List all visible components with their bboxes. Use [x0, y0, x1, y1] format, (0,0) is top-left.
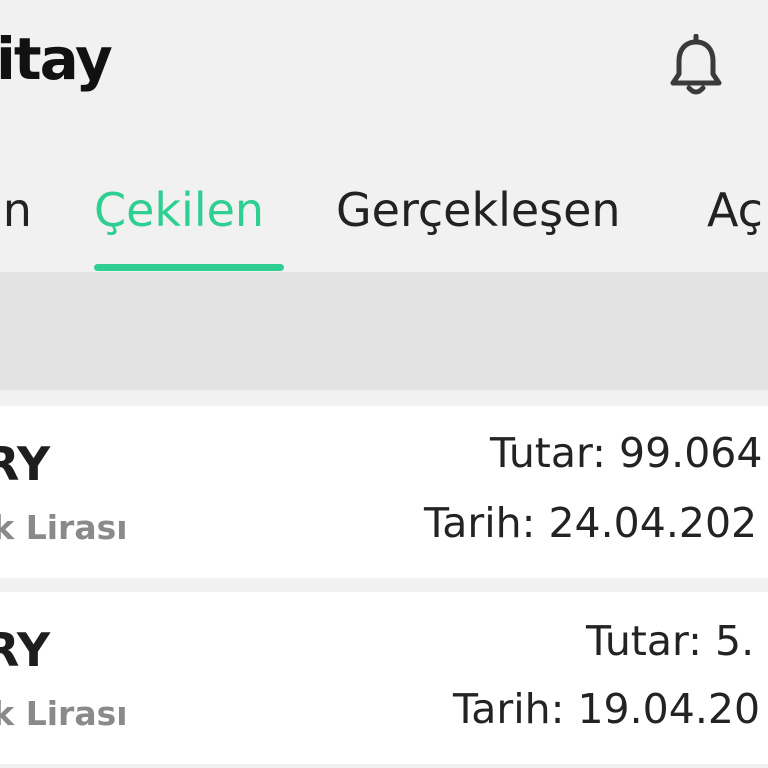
date-text: Tarih: 24.04.202 [424, 499, 758, 547]
currency-code: RY [0, 437, 51, 491]
currency-code: RY [0, 623, 51, 677]
page: itay ın Çekilen Gerçekleşen Aç RY rk Lir… [0, 0, 768, 768]
bell-icon[interactable] [667, 33, 725, 98]
amount-text: Tutar: 99.064 [490, 429, 763, 477]
tab-partial-right[interactable]: Aç [707, 182, 763, 238]
list-item[interactable]: RY rk Lirası Tutar: 5. Tarih: 19.04.20 [0, 592, 768, 764]
tab-bar: ın Çekilen Gerçekleşen Aç [0, 150, 768, 272]
filter-band [0, 272, 768, 390]
active-tab-indicator [94, 264, 284, 271]
app-logo: itay [0, 25, 113, 93]
list-item[interactable]: RY rk Lirası Tutar: 99.064 Tarih: 24.04.… [0, 406, 768, 578]
tab-partial-left[interactable]: ın [0, 182, 32, 238]
amount-text: Tutar: 5. [586, 617, 755, 665]
currency-name: rk Lirası [0, 694, 128, 733]
app-header: itay [0, 0, 768, 130]
currency-name: rk Lirası [0, 508, 128, 547]
tab-cekilen[interactable]: Çekilen [94, 182, 264, 238]
tab-gerceklesen[interactable]: Gerçekleşen [336, 182, 621, 238]
date-text: Tarih: 19.04.20 [453, 685, 761, 733]
